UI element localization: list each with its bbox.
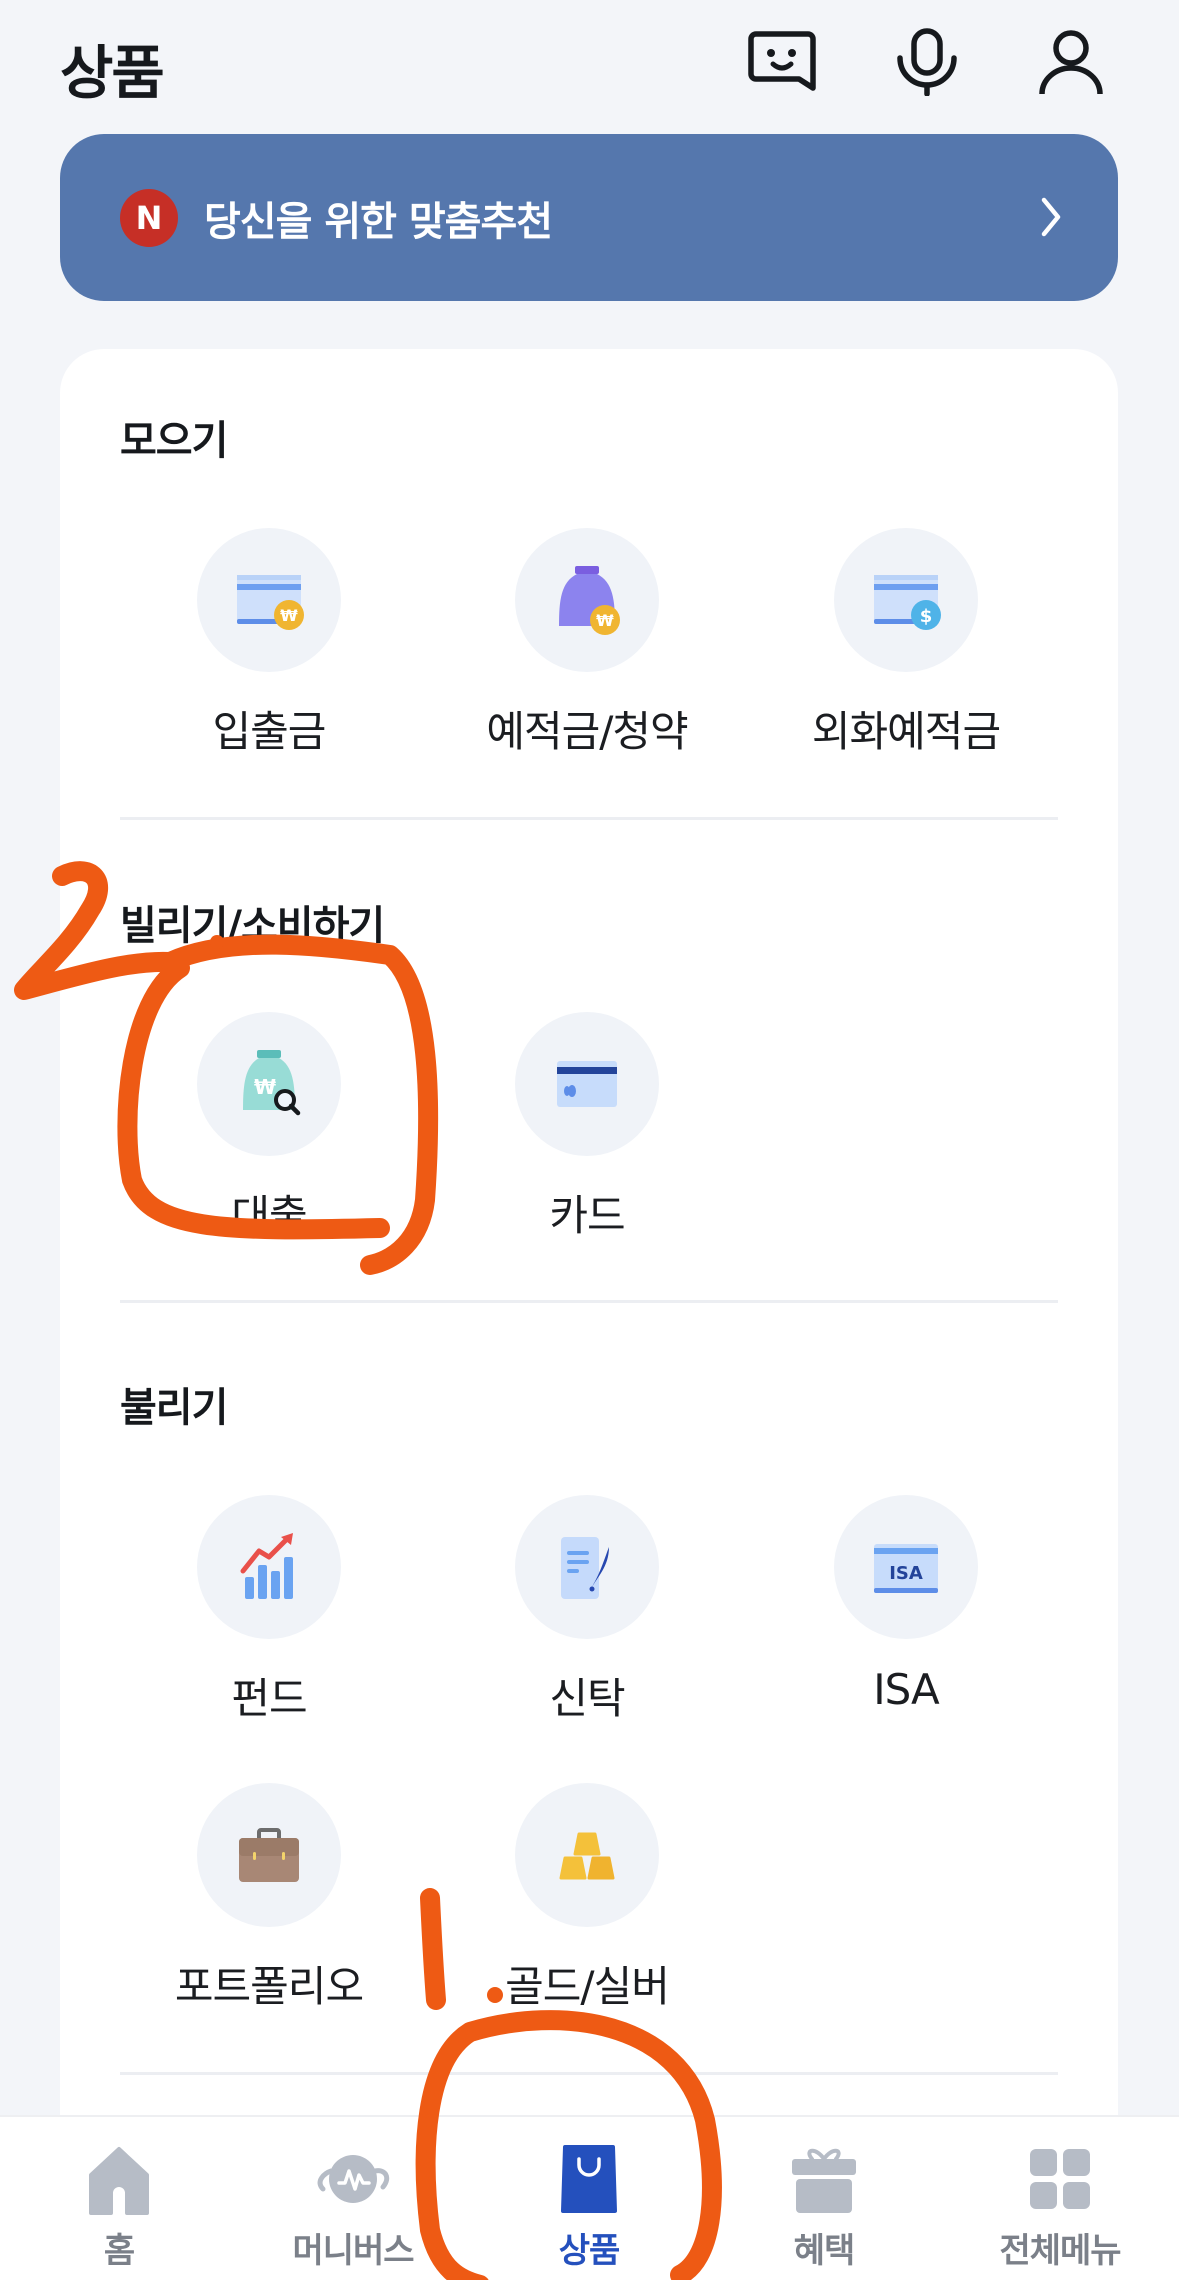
product-card[interactable]: 카드	[437, 1012, 737, 1240]
chevron-right-icon	[1041, 197, 1061, 237]
svg-text:₩: ₩	[596, 611, 614, 630]
product-fund[interactable]: 펀드	[119, 1495, 419, 1723]
product-label: 외화예적금	[811, 707, 1001, 756]
product-foreign-savings[interactable]: $ 외화예적금	[756, 528, 1056, 756]
gift-icon	[792, 2148, 856, 2213]
nav-label: 홈	[103, 2231, 135, 2271]
banner-text: 당신을 위한 맞춤추천	[204, 198, 553, 245]
savings-bag-won-icon: ₩	[559, 566, 620, 635]
new-badge: N	[120, 188, 178, 247]
product-deposit[interactable]: ₩ 입출금	[119, 528, 419, 756]
nav-label: 머니버스	[292, 2231, 414, 2271]
product-label: 신탁	[549, 1674, 625, 1723]
fund-chart-icon	[240, 1533, 293, 1599]
nav-home[interactable]: 홈	[9, 2117, 229, 2282]
bottom-nav: 홈 머니버스 상품 혜택 전체메뉴	[0, 2115, 1179, 2282]
nav-products[interactable]: 상품	[479, 2117, 699, 2282]
nav-moneyverse[interactable]: 머니버스	[243, 2117, 463, 2282]
isa-card-icon: ISA	[874, 1544, 938, 1593]
recommendation-banner[interactable]: N 당신을 위한 맞춤추천	[60, 134, 1118, 301]
product-gold-silver[interactable]: 골드/실버	[437, 1783, 737, 2011]
nav-benefits[interactable]: 혜택	[714, 2117, 934, 2282]
deposit-card-won-icon: ₩	[237, 575, 304, 630]
microphone-icon[interactable]	[892, 28, 962, 96]
svg-text:$: $	[920, 606, 933, 627]
product-label: ISA	[873, 1665, 940, 1714]
product-savings[interactable]: ₩ 예적금/청약	[437, 528, 737, 756]
product-label: 골드/실버	[505, 1962, 670, 2011]
svg-text:ISA: ISA	[889, 1563, 923, 1584]
shopping-bag-icon	[561, 2145, 617, 2213]
grid-menu-icon	[1030, 2149, 1090, 2209]
product-label: 대출	[231, 1191, 307, 1240]
svg-text:₩: ₩	[254, 1075, 276, 1099]
credit-card-icon	[557, 1061, 617, 1107]
nav-label: 전체메뉴	[999, 2231, 1121, 2271]
section-divider	[120, 1300, 1058, 1303]
profile-icon[interactable]	[1036, 28, 1106, 96]
moneyverse-planet-icon	[317, 2155, 390, 2203]
trust-document-icon	[561, 1537, 609, 1599]
svg-text:₩: ₩	[280, 606, 298, 625]
product-portfolio[interactable]: 포트폴리오	[119, 1783, 419, 2011]
product-label: 포트폴리오	[174, 1962, 364, 2011]
nav-label: 혜택	[793, 2231, 856, 2271]
home-icon	[89, 2147, 149, 2215]
section-title-borrow: 빌리기/소비하기	[120, 903, 385, 949]
page-title: 상품	[60, 39, 165, 107]
section-divider	[120, 817, 1058, 820]
briefcase-icon	[239, 1828, 299, 1882]
product-isa[interactable]: ISA ISA	[756, 1495, 1056, 1715]
chatbot-icon[interactable]	[748, 28, 818, 96]
product-label: 예적금/청약	[486, 707, 688, 756]
section-title-grow: 불리기	[120, 1385, 228, 1431]
foreign-currency-card-dollar-icon: $	[874, 575, 941, 630]
gold-bars-icon	[559, 1832, 615, 1880]
nav-label: 상품	[558, 2231, 621, 2271]
product-label: 카드	[549, 1191, 625, 1240]
product-loan[interactable]: ₩ 대출	[119, 1012, 419, 1240]
nav-all-menu[interactable]: 전체메뉴	[950, 2117, 1170, 2282]
loan-bag-search-icon: ₩	[243, 1050, 301, 1116]
section-divider	[120, 2072, 1058, 2075]
product-label: 펀드	[231, 1674, 307, 1723]
product-label: 입출금	[212, 707, 327, 756]
product-trust[interactable]: 신탁	[437, 1495, 737, 1723]
section-title-save: 모으기	[120, 418, 228, 464]
